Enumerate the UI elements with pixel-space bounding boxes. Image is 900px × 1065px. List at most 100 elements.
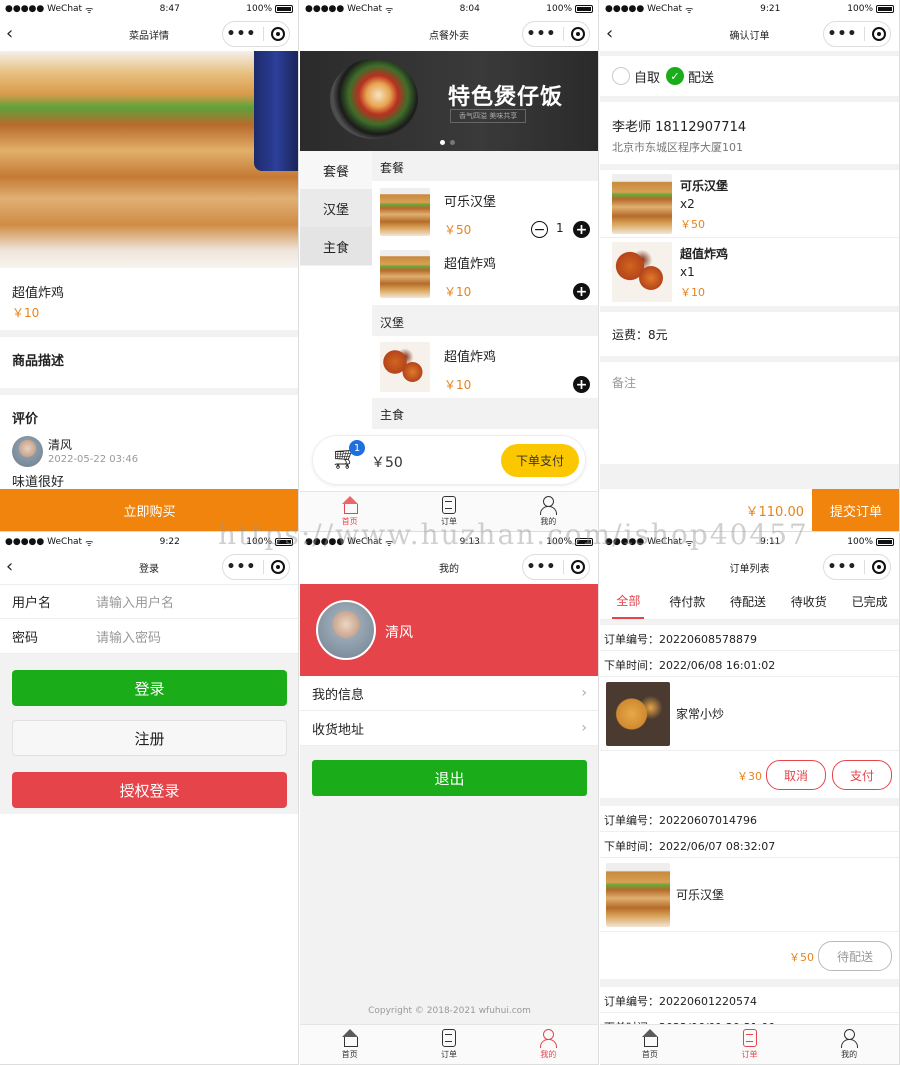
plus-icon[interactable]: + [573,376,590,393]
menu-item-my-info[interactable]: 我的信息 › [300,676,598,711]
cart-total: ￥50 [371,455,403,471]
menu-item-label: 我的信息 [312,687,365,703]
tab-home[interactable]: 首页 [300,492,399,531]
order-card[interactable]: 订单编号：20220601220574 下单时间：2022/06/01 20:3… [600,987,899,1027]
wifi-icon: ᯤ [685,5,694,16]
carrier: ●●●●● WeChat [5,537,83,547]
menu-item[interactable]: 可乐汉堡 ￥50 − 1 + [372,181,598,243]
register-button[interactable]: 注册 [12,720,287,756]
order-item: 可乐汉堡 x2 ￥50 [600,170,899,238]
category-item[interactable]: 汉堡 [300,189,372,227]
page-title: 我的 [439,564,459,575]
pickup-radio[interactable] [612,67,630,85]
nav-bar: ‹ 菜品详情 ••• [0,18,298,51]
password-input[interactable]: 请输入密码 [96,627,161,646]
menu-item[interactable]: 超值炸鸡 ￥10 + [372,243,598,305]
shipping-fee: 运费：8元 [600,312,899,356]
close-target-icon[interactable] [571,27,586,41]
more-icon[interactable]: ••• [828,26,858,42]
back-icon[interactable]: ‹ [6,25,13,43]
order-icon [742,1029,757,1047]
delivery-mode: 自取 ✓ 配送 [600,56,899,96]
delivery-radio-checked-icon[interactable]: ✓ [666,67,685,85]
tab-orders[interactable]: 订单 [399,492,498,531]
logout-button[interactable]: 退出 [312,760,587,796]
buy-now-button[interactable]: 立即购买 [0,489,298,531]
more-icon[interactable]: ••• [227,26,257,42]
status-bar: ●●●●● WeChat ᯤ 9:11 100% [600,533,899,551]
pay-order-button[interactable]: 支付 [832,760,892,790]
pending-delivery-button[interactable]: 待配送 [818,941,892,971]
plus-icon[interactable]: + [573,221,590,238]
plus-icon[interactable]: + [573,283,590,300]
menu-list: 套餐 可乐汉堡 ￥50 − 1 + 超值炸鸡 ￥10 + 汉堡 超值炸鸡 ￥10… [372,151,598,429]
category-item[interactable]: 主食 [300,227,372,265]
battery-percent: 100% [847,4,873,14]
tab-mine[interactable]: 我的 [799,1025,899,1064]
tab-home[interactable]: 首页 [300,1025,399,1064]
tab-mine[interactable]: 我的 [499,492,598,531]
avatar [12,436,43,467]
avatar[interactable] [316,600,376,660]
tab-home[interactable]: 首页 [600,1025,700,1064]
wifi-icon: ᯤ [85,5,94,16]
submit-order-button[interactable]: 提交订单 [812,489,899,531]
status-bar: ●●●●● WeChat ᯤ 8:04 100% [300,0,598,18]
menu-item-address[interactable]: 收货地址 › [300,711,598,746]
user-icon [539,496,558,515]
close-target-icon[interactable] [271,560,286,574]
tab-pending-delivery[interactable]: 待配送 [730,593,766,610]
item-image [380,342,430,392]
battery-percent: 100% [246,537,272,547]
cart-badge: 1 [349,440,365,456]
wifi-icon: ᯤ [385,538,394,549]
order-item: 超值炸鸡 x1 ￥10 [600,238,899,306]
item-price: ￥10 [680,286,705,299]
nav-bar: 订单列表 ••• [600,551,899,584]
tab-completed[interactable]: 已完成 [852,593,888,610]
login-button[interactable]: 登录 [12,670,287,706]
cancel-order-button[interactable]: 取消 [766,760,826,790]
order-card[interactable]: 订单编号：20220607014796 下单时间：2022/06/07 08:3… [600,806,899,979]
authorize-login-button[interactable]: 授权登录 [12,772,287,808]
close-target-icon[interactable] [571,560,586,574]
more-icon[interactable]: ••• [227,559,257,575]
tab-orders[interactable]: 订单 [399,1025,498,1064]
carrier: ●●●●● WeChat [305,537,383,547]
tab-pending-receipt[interactable]: 待收货 [791,593,827,610]
more-icon[interactable]: ••• [527,559,557,575]
wifi-icon: ᯤ [85,538,94,549]
carrier: ●●●●● WeChat [305,4,383,14]
remark-input[interactable]: 备注 [600,362,899,464]
order-list-screen: ●●●●● WeChat ᯤ 9:11 100% 订单列表 ••• 全部 待付款 … [600,533,900,1065]
checkout-button[interactable]: 下单支付 [501,444,579,477]
menu-item[interactable]: 超值炸鸡 ￥10 + [372,336,598,398]
order-card[interactable]: 订单编号：20220608578879 下单时间：2022/06/08 16:0… [600,625,899,798]
submit-bar: ￥110.00 提交订单 [600,489,899,531]
tab-orders[interactable]: 订单 [700,1025,800,1064]
item-image [606,863,670,927]
status-bar: ●●●●● WeChat ᯤ 9:22 100% [0,533,298,551]
back-icon[interactable]: ‹ [606,25,613,43]
category-item[interactable]: 套餐 [300,151,372,189]
more-icon[interactable]: ••• [527,26,557,42]
more-icon[interactable]: ••• [828,559,858,575]
item-image [380,250,430,298]
close-target-icon[interactable] [872,27,887,41]
order-items: 可乐汉堡 x2 ￥50 超值炸鸡 x1 ￥10 [600,170,899,306]
clock: 8:04 [459,4,480,14]
tab-pending-payment[interactable]: 待付款 [669,593,705,610]
username-input[interactable]: 请输入用户名 [96,592,174,611]
banner[interactable]: 特色煲仔饭 香气四溢 美味共享 [300,51,598,151]
tab-mine[interactable]: 我的 [499,1025,598,1064]
address-card[interactable]: 李老师 18112907714 北京市东城区程序大厦101 [600,102,899,164]
tab-all[interactable]: 全部 [612,584,645,619]
page-title: 确认订单 [729,31,770,42]
close-target-icon[interactable] [271,27,286,41]
order-number: 订单编号：20220607014796 [600,806,899,832]
order-tabs: 全部 待付款 待配送 待收货 已完成 [600,584,899,620]
item-name: 超值炸鸡 [444,350,497,365]
close-target-icon[interactable] [872,560,887,574]
minus-icon[interactable]: − [531,221,548,238]
back-icon[interactable]: ‹ [6,558,13,576]
